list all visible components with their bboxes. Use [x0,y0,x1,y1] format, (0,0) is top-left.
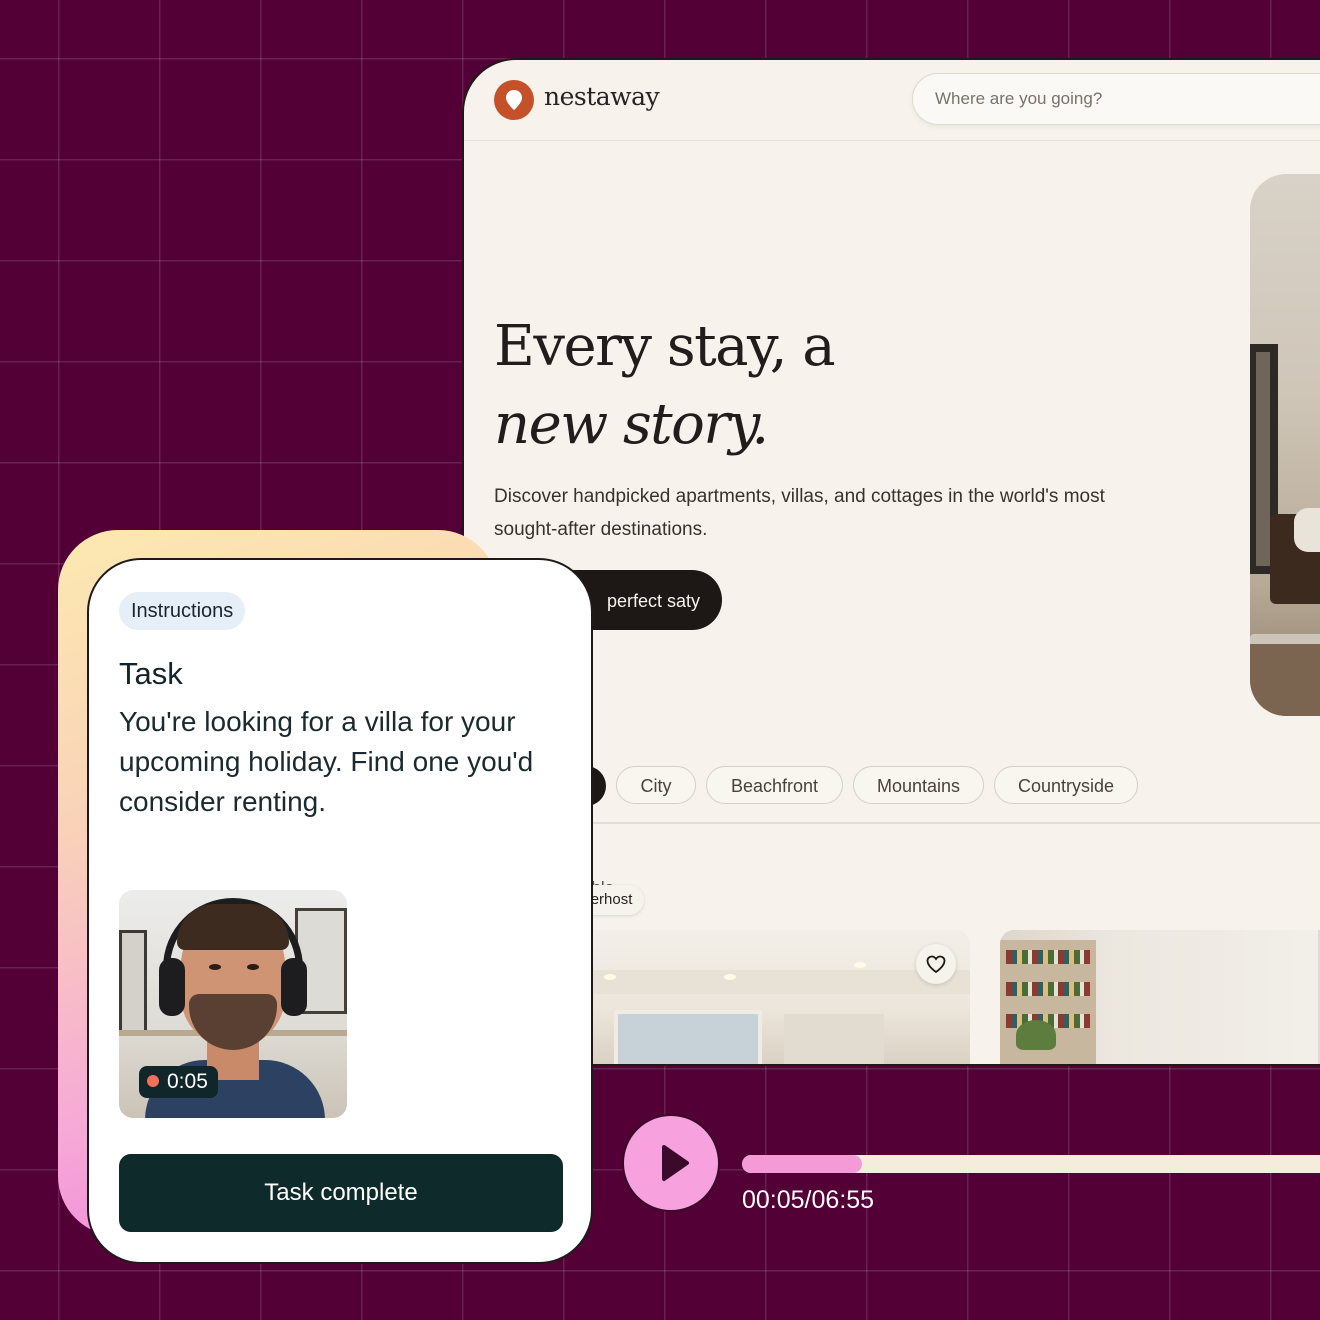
task-complete-button[interactable]: Task complete [119,1154,563,1232]
category-chip-mountains[interactable]: Mountains [853,766,984,804]
category-chip-city[interactable]: City [616,766,696,804]
progress-track[interactable] [742,1155,1320,1173]
photo-ceiling-light [604,974,616,980]
heart-icon [926,955,946,973]
photo-plant [1016,1020,1056,1050]
search-input[interactable] [912,73,1320,125]
favorite-button[interactable] [916,944,956,984]
instruction-panel: Instructions Task You're looking for a v… [87,558,593,1264]
hero-photo [1250,174,1320,716]
headphones-icon [159,958,185,1016]
hero-title: Every stay, a new story. [494,308,836,464]
instructions-tag: Instructions [119,592,246,630]
time-display: 00:05/06:55 [742,1186,875,1214]
photo-ceiling-beam [564,970,970,994]
person-beard [189,994,277,1050]
photo-ceiling-light [724,974,736,980]
nestaway-logo-icon[interactable] [494,80,534,120]
person-eye [247,964,259,970]
webcam-preview: 0:05 [119,890,347,1118]
headphones-icon [281,958,307,1016]
hero-title-line2: new story. [494,392,769,457]
record-dot-icon [147,1075,159,1087]
task-description: You're looking for a villa for your upco… [119,706,534,817]
photo-floor [1250,644,1320,716]
category-chip-countryside[interactable]: Countryside [994,766,1138,804]
play-icon [662,1145,689,1181]
photo-ceiling-light [854,962,866,968]
person-hair [177,904,289,950]
person-eye [209,964,221,970]
photo-door-glass [1256,352,1270,566]
wall-frame [119,930,147,1036]
hero-title-line1: Every stay, a [494,314,836,379]
progress-fill [742,1155,862,1173]
photo-books [1006,950,1090,964]
listing-card[interactable] [564,930,970,1064]
hero-subtitle: Discover handpicked apartments, villas, … [494,486,1105,540]
photo-window [614,1010,762,1064]
play-button[interactable] [622,1114,720,1212]
recording-time: 0:05 [167,1070,208,1093]
listing-card[interactable] [1000,930,1320,1064]
category-chip-beachfront[interactable]: Beachfront [706,766,843,804]
photo-cushion [1294,508,1320,552]
brand-name[interactable]: nestaway [544,82,660,111]
photo-books [1006,982,1090,996]
recording-indicator: 0:05 [139,1066,218,1098]
site-header: nestaway [464,60,1320,141]
photo-archway [784,1014,884,1064]
task-title: Task [119,656,183,691]
